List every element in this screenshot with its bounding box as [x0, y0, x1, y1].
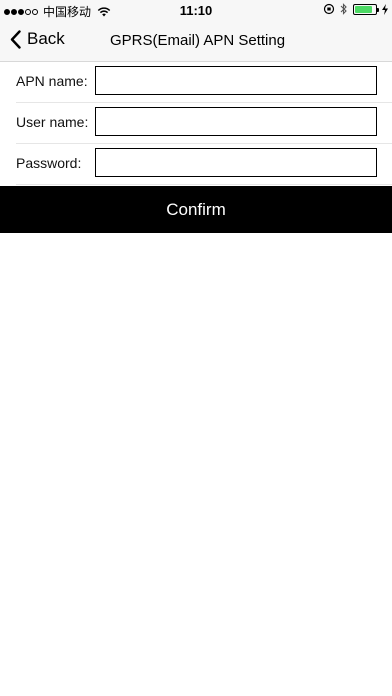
- user-name-label: User name:: [16, 114, 89, 130]
- apn-name-input[interactable]: [95, 66, 377, 95]
- back-button[interactable]: Back: [10, 29, 65, 49]
- form-row-apn-name: APN name:: [16, 62, 392, 103]
- chevron-left-icon: [10, 29, 21, 49]
- battery-icon: [353, 3, 379, 15]
- confirm-button[interactable]: Confirm: [0, 186, 392, 233]
- status-right: [323, 3, 388, 15]
- status-bar: 中国移动 11:10: [0, 0, 392, 20]
- back-label: Back: [27, 29, 65, 48]
- apn-name-label: APN name:: [16, 73, 88, 89]
- page-title: GPRS(Email) APN Setting: [110, 32, 286, 49]
- battery-tip: [377, 7, 379, 12]
- battery-fill: [355, 5, 372, 13]
- password-input[interactable]: [95, 148, 377, 177]
- user-name-input[interactable]: [95, 107, 377, 136]
- form-row-user-name: User name:: [16, 103, 392, 144]
- bluetooth-icon: [340, 3, 347, 15]
- form-row-password: Password:: [16, 144, 392, 185]
- apn-form: APN name: User name: Password:: [0, 62, 392, 185]
- charging-icon: [382, 3, 388, 15]
- orientation-lock-icon: [323, 3, 335, 15]
- navigation-bar: Back GPRS(Email) APN Setting: [0, 20, 392, 62]
- password-label: Password:: [16, 155, 82, 171]
